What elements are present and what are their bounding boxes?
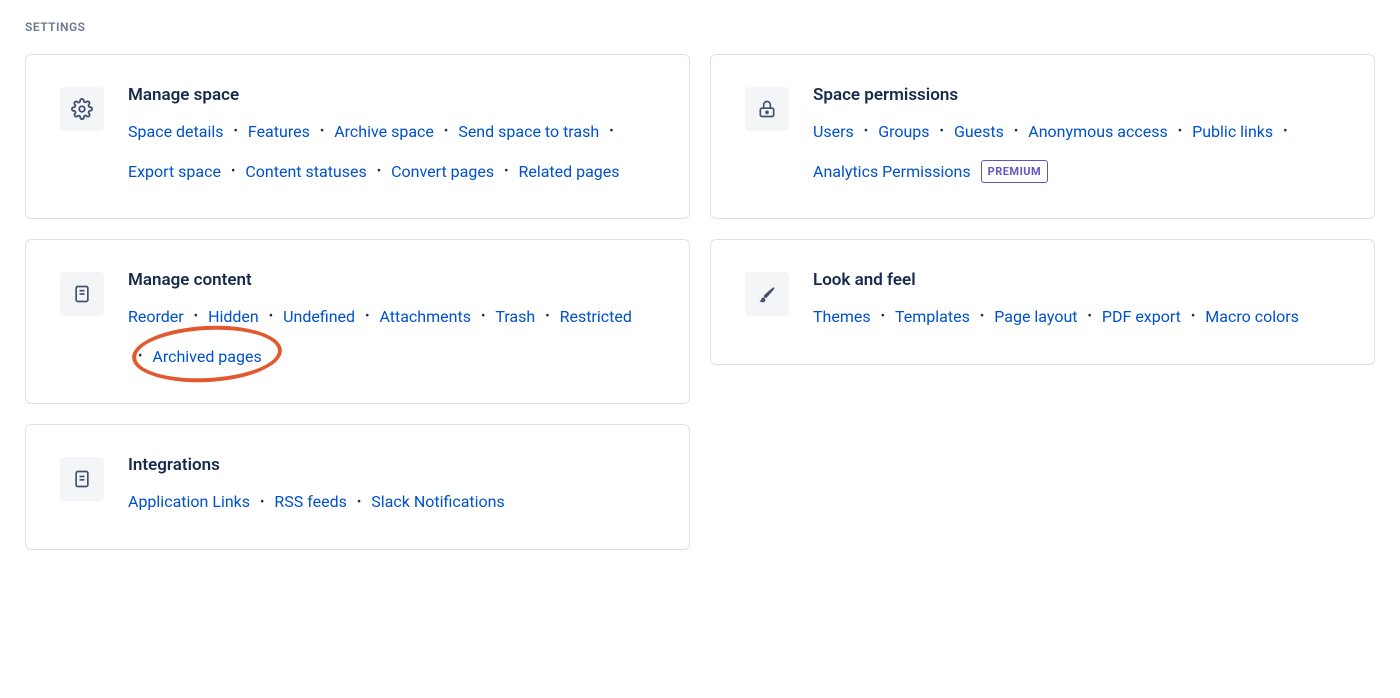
link-features[interactable]: Features [248, 119, 310, 145]
separator: • [234, 125, 238, 138]
link-archive-space[interactable]: Archive space [334, 119, 434, 145]
link-send-to-trash[interactable]: Send space to trash [458, 119, 599, 145]
card-manage-space: Manage space Space details • Features • Ar… [25, 54, 690, 219]
card-title-space-permissions: Space permissions [813, 85, 1340, 105]
link-hidden[interactable]: Hidden [208, 304, 259, 330]
link-users[interactable]: Users [813, 119, 854, 145]
separator: • [320, 125, 324, 138]
separator: • [864, 125, 868, 138]
link-application-links[interactable]: Application Links [128, 489, 250, 515]
link-slack-notifications[interactable]: Slack Notifications [371, 489, 505, 515]
card-integrations: Integrations Application Links • RSS feed… [25, 424, 690, 550]
link-related-pages[interactable]: Related pages [518, 159, 619, 185]
links-integrations: Application Links • RSS feeds • Slack Noti… [128, 489, 655, 515]
link-groups[interactable]: Groups [878, 119, 929, 145]
link-content-statuses[interactable]: Content statuses [245, 159, 366, 185]
link-archived-pages[interactable]: Archived pages [152, 344, 261, 370]
separator: • [1191, 310, 1195, 323]
separator: • [545, 310, 549, 323]
separator: • [1014, 125, 1018, 138]
separator: • [365, 310, 369, 323]
card-title-look-and-feel: Look and feel [813, 270, 1340, 290]
settings-label: SETTINGS [25, 20, 1375, 34]
lock-icon [745, 87, 789, 131]
link-guests[interactable]: Guests [954, 119, 1004, 145]
integrations-icon [60, 457, 104, 501]
links-space-permissions: Users • Groups • Guests • Anonymous access •… [813, 119, 1340, 184]
link-undefined[interactable]: Undefined [283, 304, 355, 330]
link-page-layout[interactable]: Page layout [994, 304, 1077, 330]
link-export-space[interactable]: Export space [128, 159, 221, 185]
separator: • [1178, 125, 1182, 138]
links-look-and-feel: Themes • Templates • Page layout • PDF expo… [813, 304, 1340, 330]
separator: • [377, 165, 381, 178]
links-manage-content: Reorder • Hidden • Undefined • Attachments •… [128, 304, 655, 369]
card-manage-content: Manage content Reorder • Hidden • Undefine… [25, 239, 690, 404]
link-reorder[interactable]: Reorder [128, 304, 184, 330]
link-macro-colors[interactable]: Macro colors [1205, 304, 1299, 330]
links-manage-space: Space details• Features• Archive space• … [128, 119, 655, 184]
card-look-and-feel: Look and feel Themes • Templates • Page la… [710, 239, 1375, 365]
separator: • [881, 310, 885, 323]
link-templates[interactable]: Templates [895, 304, 970, 330]
link-rss-feeds[interactable]: RSS feeds [274, 489, 346, 515]
link-public-links[interactable]: Public links [1192, 119, 1273, 145]
settings-cards-grid: Manage space Space details • Features • Ar… [25, 54, 1375, 550]
separator: • [231, 165, 235, 178]
separator: • [980, 310, 984, 323]
link-attachments[interactable]: Attachments [379, 304, 471, 330]
highlight-circle [131, 322, 284, 386]
link-trash[interactable]: Trash [495, 304, 535, 330]
separator: • [357, 496, 361, 509]
separator: • [269, 310, 273, 323]
separator: • [609, 125, 613, 138]
separator: • [481, 310, 485, 323]
separator: • [260, 496, 264, 509]
link-restricted[interactable]: Restricted [560, 304, 632, 330]
gear-icon [60, 87, 104, 131]
link-themes[interactable]: Themes [813, 304, 871, 330]
separator: • [504, 165, 508, 178]
link-space-details[interactable]: Space details [128, 119, 224, 145]
brush-icon [745, 272, 789, 316]
card-title-integrations: Integrations [128, 455, 655, 475]
separator: • [138, 350, 142, 363]
card-title-manage-content: Manage content [128, 270, 655, 290]
link-anonymous-access[interactable]: Anonymous access [1028, 119, 1167, 145]
card-space-permissions: Space permissions Users • Groups • Guests •… [710, 54, 1375, 219]
separator: • [1088, 310, 1092, 323]
separator: • [444, 125, 448, 138]
separator: • [1283, 125, 1287, 138]
link-convert-pages[interactable]: Convert pages [391, 159, 494, 185]
separator: • [194, 310, 198, 323]
premium-badge: PREMIUM [981, 160, 1049, 184]
link-analytics-permissions[interactable]: Analytics Permissions [813, 159, 971, 185]
card-title-manage-space: Manage space [128, 85, 655, 105]
separator: • [940, 125, 944, 138]
page-icon [60, 272, 104, 316]
link-pdf-export[interactable]: PDF export [1102, 304, 1181, 330]
